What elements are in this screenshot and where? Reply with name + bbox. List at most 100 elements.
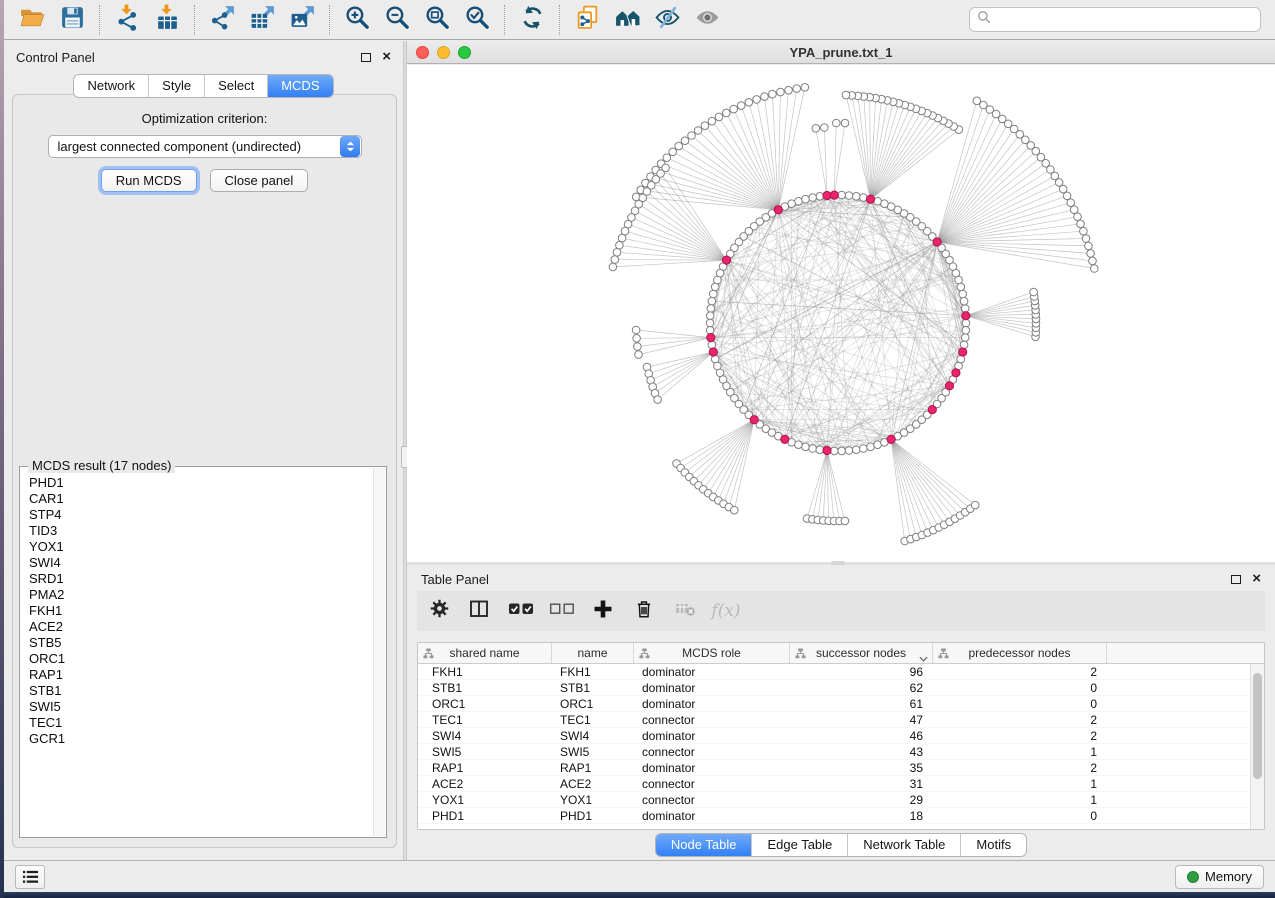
- mcds-result-item[interactable]: TEC1: [29, 715, 372, 731]
- table-row[interactable]: FKH1FKH1dominator962: [418, 664, 1250, 680]
- tab-select[interactable]: Select: [204, 75, 267, 97]
- cell-MCDS-role[interactable]: connector: [634, 776, 790, 791]
- column-header-successor-nodes[interactable]: successor nodes: [790, 643, 933, 663]
- cell-shared-name[interactable]: PHD1: [418, 808, 552, 823]
- tab-mcds[interactable]: MCDS: [267, 75, 332, 97]
- delete-columns-trash-button[interactable]: [628, 595, 660, 627]
- cell-successor-nodes[interactable]: 46: [790, 728, 933, 743]
- cell-shared-name[interactable]: FKH1: [418, 664, 552, 679]
- cell-predecessor-nodes[interactable]: 0: [933, 680, 1107, 695]
- first-neighbors-button[interactable]: [607, 3, 647, 37]
- new-network-from-selection-button[interactable]: [567, 3, 607, 37]
- cell-predecessor-nodes[interactable]: 1: [933, 776, 1107, 791]
- tab-edge-table[interactable]: Edge Table: [751, 834, 847, 856]
- cell-shared-name[interactable]: RAP1: [418, 760, 552, 775]
- column-header-predecessor-nodes[interactable]: predecessor nodes: [933, 643, 1107, 663]
- table-options-gear-button[interactable]: [423, 595, 455, 627]
- cell-name[interactable]: YOX1: [552, 792, 634, 807]
- table-scrollbar[interactable]: [1250, 664, 1264, 829]
- cell-successor-nodes[interactable]: 43: [790, 744, 933, 759]
- cell-successor-nodes[interactable]: 96: [790, 664, 933, 679]
- cell-shared-name[interactable]: SWI5: [418, 744, 552, 759]
- table-scrollbar-thumb[interactable]: [1253, 673, 1262, 779]
- mcds-result-item[interactable]: GCR1: [29, 731, 372, 747]
- zoom-out-button[interactable]: [377, 3, 417, 37]
- cell-predecessor-nodes[interactable]: 2: [933, 760, 1107, 775]
- cell-MCDS-role[interactable]: dominator: [634, 728, 790, 743]
- cell-successor-nodes[interactable]: 18: [790, 808, 933, 823]
- cell-MCDS-role[interactable]: dominator: [634, 680, 790, 695]
- cell-predecessor-nodes[interactable]: 2: [933, 664, 1107, 679]
- cell-predecessor-nodes[interactable]: 0: [933, 696, 1107, 711]
- float-window-icon[interactable]: [361, 53, 371, 62]
- tab-network-table[interactable]: Network Table: [847, 834, 960, 856]
- search-input[interactable]: [996, 12, 1253, 27]
- run-mcds-button[interactable]: Run MCDS: [101, 169, 197, 192]
- table-row[interactable]: SWI4SWI4dominator462: [418, 728, 1250, 744]
- cell-predecessor-nodes[interactable]: 0: [933, 808, 1107, 823]
- network-graph[interactable]: [407, 65, 1275, 562]
- cell-MCDS-role[interactable]: connector: [634, 792, 790, 807]
- cell-name[interactable]: FKH1: [552, 664, 634, 679]
- mcds-result-item[interactable]: TID3: [29, 523, 372, 539]
- clear-all-checks-button[interactable]: [546, 595, 578, 627]
- export-network-button[interactable]: [202, 3, 242, 37]
- mcds-result-list[interactable]: PHD1CAR1STP4TID3YOX1SWI4SRD1PMA2FKH1ACE2…: [20, 470, 372, 835]
- table-row[interactable]: PHD1PHD1dominator180: [418, 808, 1250, 824]
- table-row[interactable]: TEC1TEC1connector472: [418, 712, 1250, 728]
- cell-successor-nodes[interactable]: 31: [790, 776, 933, 791]
- cell-MCDS-role[interactable]: dominator: [634, 760, 790, 775]
- cell-name[interactable]: ACE2: [552, 776, 634, 791]
- cell-shared-name[interactable]: ORC1: [418, 696, 552, 711]
- cell-shared-name[interactable]: SWI4: [418, 728, 552, 743]
- cell-successor-nodes[interactable]: 62: [790, 680, 933, 695]
- cell-successor-nodes[interactable]: 35: [790, 760, 933, 775]
- cell-MCDS-role[interactable]: dominator: [634, 696, 790, 711]
- mcds-result-item[interactable]: ACE2: [29, 619, 372, 635]
- mcds-result-item[interactable]: RAP1: [29, 667, 372, 683]
- column-header-MCDS-role[interactable]: MCDS role: [634, 643, 790, 663]
- zoom-selected-region-button[interactable]: [457, 3, 497, 37]
- cell-name[interactable]: STB1: [552, 680, 634, 695]
- close-panel-button[interactable]: Close panel: [210, 169, 309, 192]
- column-header-name[interactable]: name: [552, 643, 634, 663]
- mcds-result-item[interactable]: FKH1: [29, 603, 372, 619]
- table-row[interactable]: YOX1YOX1connector291: [418, 792, 1250, 808]
- mcds-result-item[interactable]: YOX1: [29, 539, 372, 555]
- memory-button[interactable]: Memory: [1175, 865, 1264, 889]
- tab-network[interactable]: Network: [74, 75, 148, 97]
- cell-MCDS-role[interactable]: connector: [634, 744, 790, 759]
- tab-motifs[interactable]: Motifs: [960, 834, 1026, 856]
- sort-chevron-icon[interactable]: [919, 651, 928, 663]
- open-session-button[interactable]: [12, 3, 52, 37]
- mcds-result-item[interactable]: SWI5: [29, 699, 372, 715]
- cell-predecessor-nodes[interactable]: 1: [933, 792, 1107, 807]
- cell-shared-name[interactable]: STB1: [418, 680, 552, 695]
- show-columns-button[interactable]: [464, 595, 496, 627]
- cell-name[interactable]: TEC1: [552, 712, 634, 727]
- import-table-from-file-button[interactable]: [147, 3, 187, 37]
- mcds-result-item[interactable]: STB5: [29, 635, 372, 651]
- network-view[interactable]: [407, 65, 1275, 562]
- cell-successor-nodes[interactable]: 47: [790, 712, 933, 727]
- search-field[interactable]: [969, 7, 1261, 32]
- export-image-button[interactable]: [282, 3, 322, 37]
- cell-name[interactable]: SWI5: [552, 744, 634, 759]
- mcds-result-item[interactable]: STB1: [29, 683, 372, 699]
- cell-shared-name[interactable]: YOX1: [418, 792, 552, 807]
- cell-MCDS-role[interactable]: dominator: [634, 664, 790, 679]
- float-table-panel-icon[interactable]: [1231, 575, 1241, 584]
- cell-name[interactable]: PHD1: [552, 808, 634, 823]
- tab-node-table[interactable]: Node Table: [656, 834, 752, 856]
- close-table-panel-icon[interactable]: ×: [1252, 574, 1261, 584]
- node-table[interactable]: shared namenameMCDS rolesuccessor nodesp…: [417, 642, 1265, 830]
- mcds-result-item[interactable]: SWI4: [29, 555, 372, 571]
- select-all-checks-button[interactable]: [505, 595, 537, 627]
- table-row[interactable]: ACE2ACE2connector311: [418, 776, 1250, 792]
- table-row[interactable]: STB1STB1dominator620: [418, 680, 1250, 696]
- hide-selected-button[interactable]: [647, 3, 687, 37]
- mcds-result-item[interactable]: PHD1: [29, 475, 372, 491]
- tab-style[interactable]: Style: [148, 75, 204, 97]
- mcds-result-item[interactable]: SRD1: [29, 571, 372, 587]
- create-column-plus-button[interactable]: [587, 595, 619, 627]
